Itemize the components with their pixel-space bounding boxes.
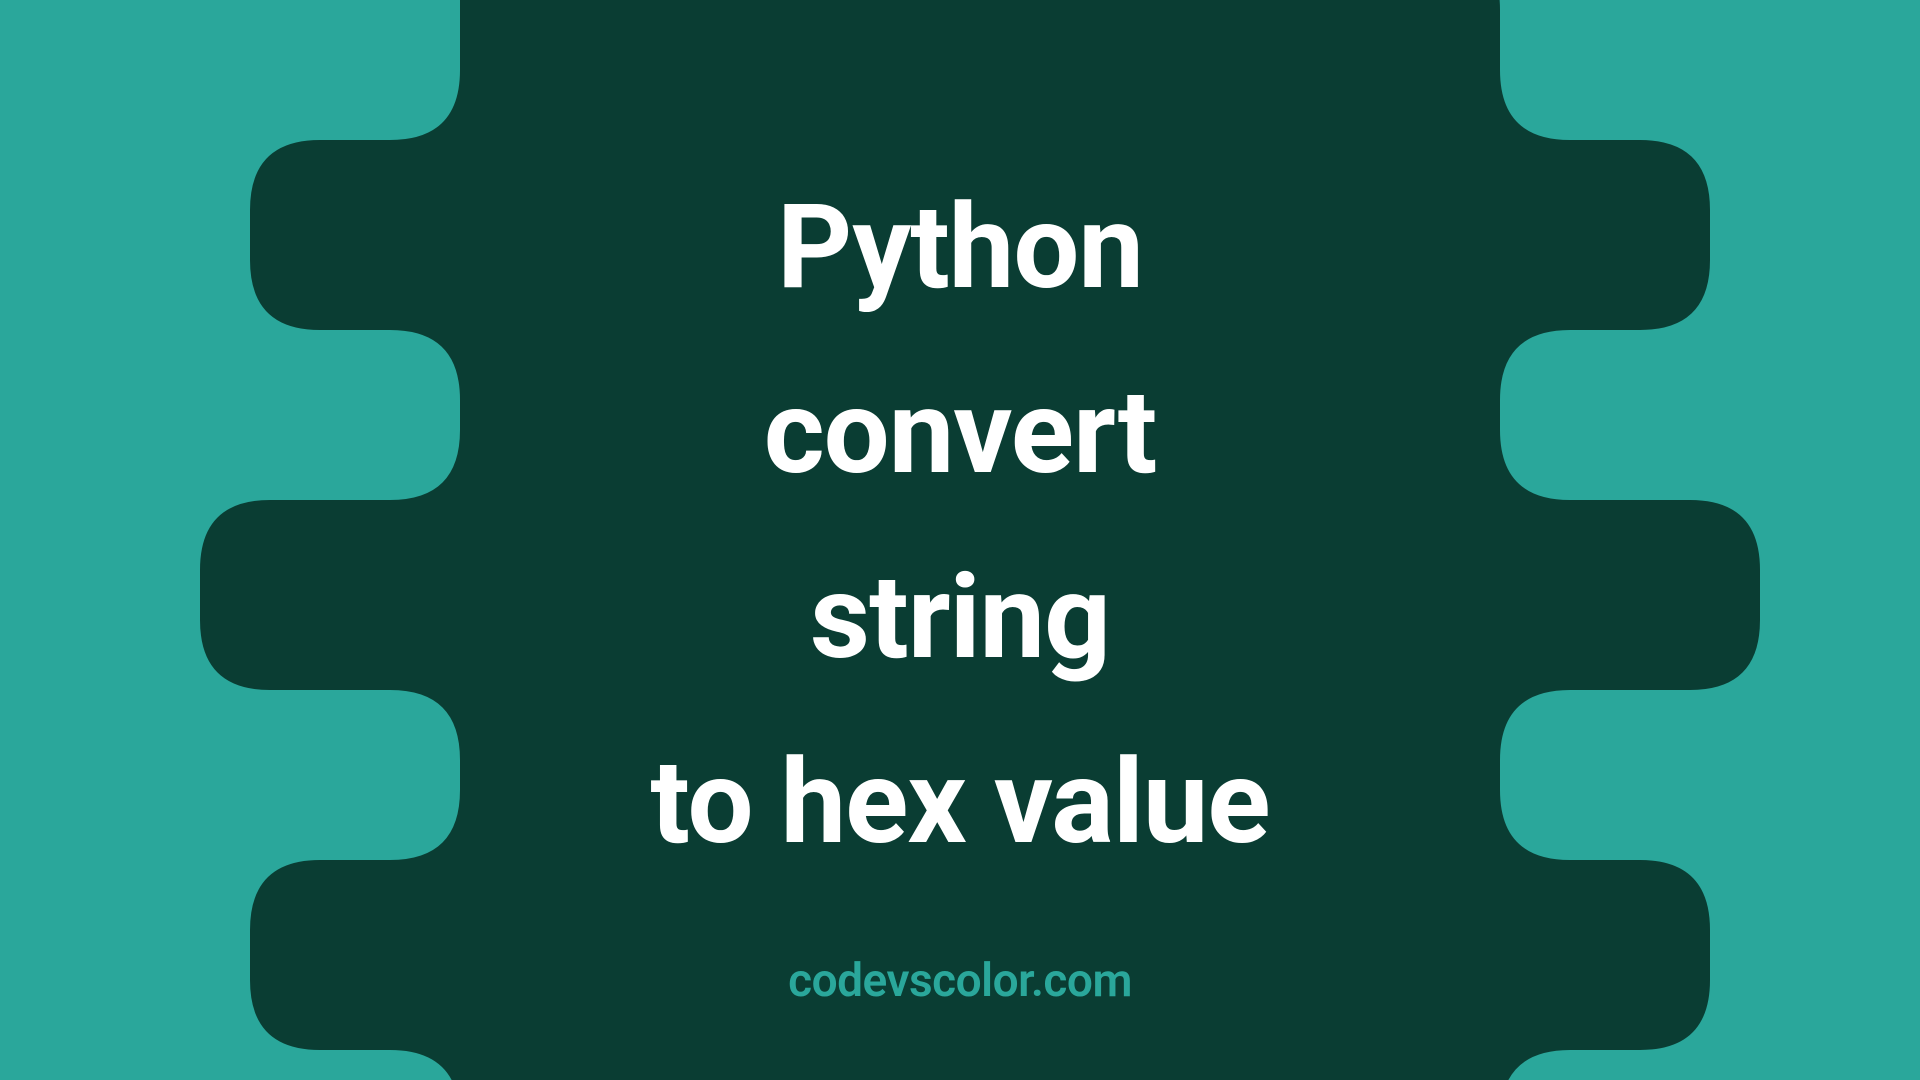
- title-line-4: to hex value: [0, 710, 1920, 895]
- title-line-3: string: [0, 525, 1920, 710]
- promo-card: Python convert string to hex value codev…: [0, 0, 1920, 1080]
- title-line-2: convert: [0, 340, 1920, 525]
- title-block: Python convert string to hex value: [0, 155, 1920, 894]
- title-line-1: Python: [0, 155, 1920, 340]
- site-credit: codevscolor.com: [0, 954, 1920, 1008]
